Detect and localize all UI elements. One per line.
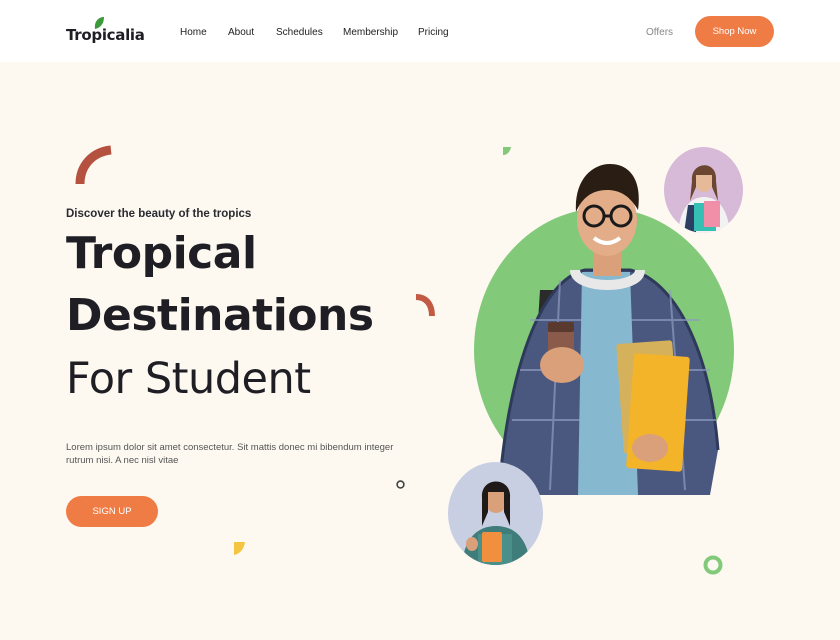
sign-up-button[interactable]: SIGN UP bbox=[66, 496, 158, 527]
shop-now-button[interactable]: Shop Now bbox=[695, 16, 774, 47]
student-photo-bottom bbox=[448, 462, 543, 565]
hero-title-line-3: For Student bbox=[66, 354, 311, 404]
nav-pricing[interactable]: Pricing bbox=[418, 27, 449, 38]
hero-title-line-1: Tropical bbox=[66, 228, 257, 279]
hero-description: Lorem ipsum dolor sit amet consectetur. … bbox=[66, 442, 394, 466]
nav-membership[interactable]: Membership bbox=[343, 27, 398, 38]
nav-home[interactable]: Home bbox=[180, 27, 207, 38]
leaf-decoration bbox=[234, 542, 245, 555]
hero-title-line-2: Destinations bbox=[66, 290, 374, 341]
arc-decoration bbox=[415, 294, 435, 317]
arc-decoration bbox=[75, 145, 112, 185]
hero-tagline: Discover the beauty of the tropics bbox=[66, 208, 252, 220]
nav-offers[interactable]: Offers bbox=[646, 27, 673, 38]
ring-decoration bbox=[396, 480, 405, 489]
student-photo-top bbox=[664, 147, 743, 233]
top-navbar: Tropicalia Home About Schedules Membersh… bbox=[0, 0, 840, 62]
nav-schedules[interactable]: Schedules bbox=[276, 27, 323, 38]
nav-about[interactable]: About bbox=[228, 27, 254, 38]
brand-logo[interactable]: Tropicalia bbox=[66, 26, 145, 44]
ring-decoration bbox=[703, 555, 723, 575]
